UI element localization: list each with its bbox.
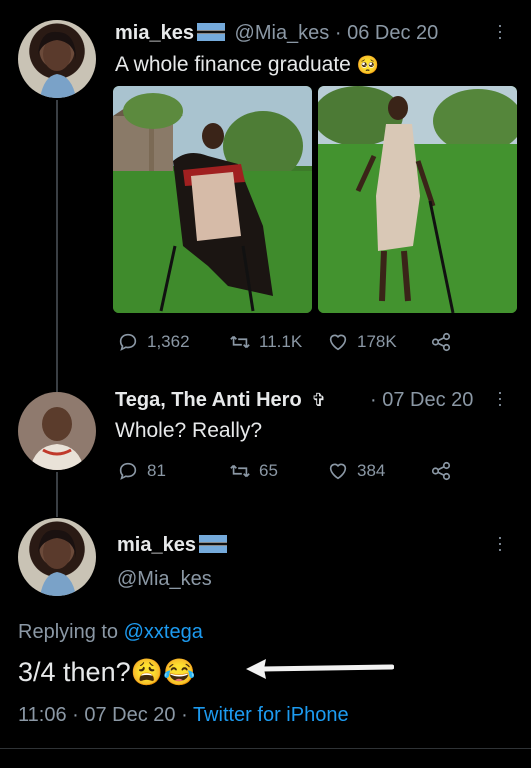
retweet-icon — [230, 464, 250, 478]
display-name[interactable]: Tega, The Anti Hero — [115, 389, 302, 411]
like-action[interactable]: 384 — [327, 460, 385, 482]
retweet-action[interactable]: 11.1K — [229, 331, 302, 353]
tweet-text-content: Whole? Really? — [115, 419, 263, 442]
tweet-text: 3/4 then?😩😂 — [18, 655, 195, 689]
pleading-emoji: 🥺 — [356, 55, 380, 75]
share-icon — [431, 332, 451, 352]
display-name[interactable]: mia_kes — [115, 22, 194, 44]
tweet-date[interactable]: · 07 Dec 20 — [370, 387, 473, 413]
handle[interactable]: @Mia_kes — [117, 566, 212, 592]
tweet-photo-1[interactable] — [113, 86, 312, 313]
tweet-photo-2[interactable] — [318, 86, 517, 313]
like-action[interactable]: 178K — [327, 331, 397, 353]
cross-glyph: ✞ — [311, 390, 327, 410]
tweet-text: A whole finance graduate 🥺 — [115, 52, 379, 78]
more-icon[interactable]: · · · — [494, 383, 506, 413]
tweet2-header: Tega, The Anti Hero ✞ — [115, 387, 326, 413]
tweet1-header: mia_kes @Mia_kes · 06 Dec 20 — [115, 20, 438, 46]
replying-handle-link[interactable]: @xxtega — [124, 621, 203, 643]
retweet-icon — [230, 335, 250, 349]
retweet-count: 65 — [259, 461, 278, 480]
share-icon — [431, 461, 451, 481]
botswana-flag-icon — [196, 22, 225, 41]
timestamp[interactable]: 11:06 · 07 Dec 20 · — [18, 704, 188, 726]
replying-to: Replying to @xxtega — [18, 619, 203, 645]
display-name[interactable]: mia_kes — [117, 534, 196, 556]
like-count: 178K — [357, 332, 397, 351]
tweet-text-content: 3/4 then? — [18, 657, 131, 687]
divider — [0, 748, 531, 749]
retweet-action[interactable]: 65 — [229, 460, 278, 482]
arrow-icon — [244, 656, 395, 682]
reply-action[interactable]: 81 — [117, 460, 166, 482]
avatar[interactable] — [18, 20, 96, 98]
thread-line — [56, 100, 58, 392]
weary-and-laughing-emojis: 😩😂 — [130, 657, 196, 687]
tweet-meta: 11:06 · 07 Dec 20 · Twitter for iPhone — [18, 702, 349, 728]
source-link[interactable]: Twitter for iPhone — [193, 704, 349, 726]
reply-icon — [119, 462, 137, 480]
handle-date[interactable]: @Mia_kes · 06 Dec 20 — [235, 22, 439, 44]
avatar[interactable] — [18, 392, 96, 470]
more-icon[interactable]: · · · — [494, 528, 506, 558]
reply-action[interactable]: 1,362 — [117, 331, 190, 353]
tweet3-name: mia_kes — [117, 532, 227, 558]
replying-prefix: Replying to — [18, 621, 119, 643]
like-icon — [329, 463, 347, 480]
reply-count: 81 — [147, 461, 166, 480]
reply-icon — [119, 333, 137, 351]
reply-count: 1,362 — [147, 332, 190, 351]
botswana-flag-icon — [198, 534, 227, 553]
like-count: 384 — [357, 461, 386, 480]
like-icon — [329, 334, 347, 351]
more-icon[interactable]: · · · — [494, 16, 506, 46]
retweet-count: 11.1K — [259, 332, 303, 351]
tweet-text-content: A whole finance graduate — [115, 53, 351, 76]
share-action[interactable] — [430, 331, 452, 353]
avatar[interactable] — [18, 518, 96, 596]
share-action[interactable] — [430, 460, 452, 482]
thread-line — [56, 472, 58, 517]
